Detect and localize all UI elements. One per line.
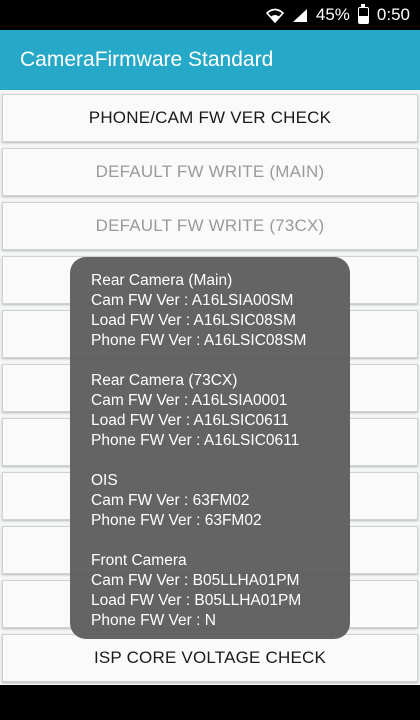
info-line: Phone FW Ver : N [91, 612, 216, 629]
signal-icon [292, 8, 308, 23]
default-fw-write-73cx-button[interactable]: DEFAULT FW WRITE (73CX) [2, 202, 418, 250]
info-line: Load FW Ver : B05LLHA01PM [91, 592, 302, 609]
group-title: OIS [91, 472, 118, 489]
rear-camera-main-group: Rear Camera (Main) Cam FW Ver : A16LSIA0… [91, 271, 330, 351]
battery-percent: 45% [315, 5, 350, 24]
group-title: Rear Camera (73CX) [91, 372, 238, 389]
info-line: Load FW Ver : A16LSIC0611 [91, 412, 289, 429]
info-line: Cam FW Ver : A16LSIA00SM [91, 292, 294, 309]
phone-cam-fw-ver-check-button[interactable]: PHONE/CAM FW VER CHECK [2, 94, 418, 142]
info-line: Cam FW Ver : B05LLHA01PM [91, 572, 300, 589]
front-camera-group: Front Camera Cam FW Ver : B05LLHA01PM Lo… [91, 551, 330, 631]
navigation-bar [0, 685, 420, 720]
battery-icon [357, 3, 369, 24]
rear-camera-73cx-group: Rear Camera (73CX) Cam FW Ver : A16LSIA0… [91, 371, 330, 451]
wifi-icon [265, 8, 284, 23]
isp-core-voltage-check-button[interactable]: ISP CORE VOLTAGE CHECK [2, 634, 418, 682]
app-title: CameraFirmware Standard [20, 48, 274, 71]
fw-version-popup: Rear Camera (Main) Cam FW Ver : A16LSIA0… [70, 257, 350, 639]
info-line: Cam FW Ver : A16LSIA0001 [91, 392, 288, 409]
info-line: Phone FW Ver : 63FM02 [91, 512, 262, 529]
info-line: Cam FW Ver : 63FM02 [91, 492, 250, 509]
info-line: Phone FW Ver : A16LSIC08SM [91, 332, 307, 349]
ois-group: OIS Cam FW Ver : 63FM02 Phone FW Ver : 6… [91, 471, 330, 531]
info-line: Phone FW Ver : A16LSIC0611 [91, 432, 300, 449]
app-bar: CameraFirmware Standard [0, 30, 420, 90]
status-time: 0:50 [376, 5, 410, 24]
status-bar: 45% 0:50 [0, 0, 420, 30]
info-line: Load FW Ver : A16LSIC08SM [91, 312, 297, 329]
group-title: Front Camera [91, 552, 187, 569]
group-title: Rear Camera (Main) [91, 272, 233, 289]
default-fw-write-main-button[interactable]: DEFAULT FW WRITE (MAIN) [2, 148, 418, 196]
